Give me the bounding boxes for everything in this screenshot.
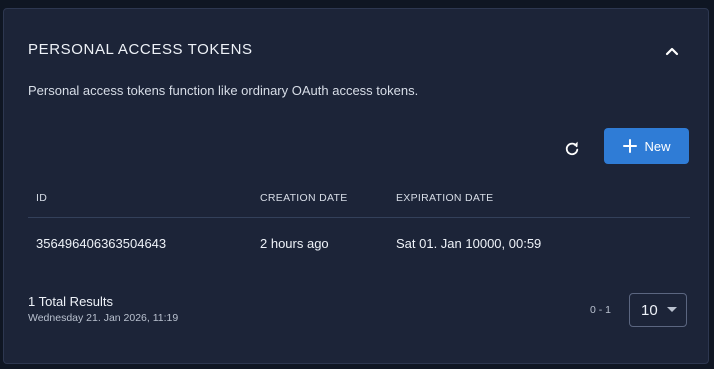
column-header-id[interactable]: ID — [36, 192, 47, 204]
chevron-up-icon — [665, 47, 679, 56]
column-header-creation-date[interactable]: CREATION DATE — [260, 192, 348, 204]
caret-down-icon — [667, 307, 677, 312]
token-id: 356496406363504643 — [36, 236, 167, 251]
total-results: 1 Total Results — [28, 294, 114, 309]
page-size-select[interactable]: 10 — [629, 293, 687, 327]
refresh-button[interactable] — [560, 137, 584, 161]
refresh-icon — [565, 141, 579, 156]
table-header: ID CREATION DATE EXPIRATION DATE — [28, 181, 690, 218]
token-expiration-date: Sat 01. Jan 10000, 00:59 — [396, 236, 542, 251]
results-timestamp: Wednesday 21. Jan 2026, 11:19 — [28, 312, 179, 324]
personal-access-tokens-card: PERSONAL ACCESS TOKENS Personal access t… — [3, 8, 709, 364]
collapse-button[interactable] — [660, 39, 684, 63]
plus-icon — [622, 138, 638, 154]
table-row[interactable]: 356496406363504643 2 hours ago Sat 01. J… — [28, 218, 690, 270]
tokens-table: ID CREATION DATE EXPIRATION DATE 3564964… — [28, 181, 690, 270]
token-creation-date: 2 hours ago — [260, 236, 329, 251]
card-description: Personal access tokens function like ord… — [28, 83, 419, 98]
pagination-range: 0 - 1 — [590, 304, 612, 316]
column-header-expiration-date[interactable]: EXPIRATION DATE — [396, 192, 493, 204]
card-title: PERSONAL ACCESS TOKENS — [28, 41, 253, 58]
new-token-button[interactable]: New — [604, 128, 689, 164]
new-button-label: New — [644, 138, 671, 154]
page-size-value: 10 — [641, 301, 658, 319]
